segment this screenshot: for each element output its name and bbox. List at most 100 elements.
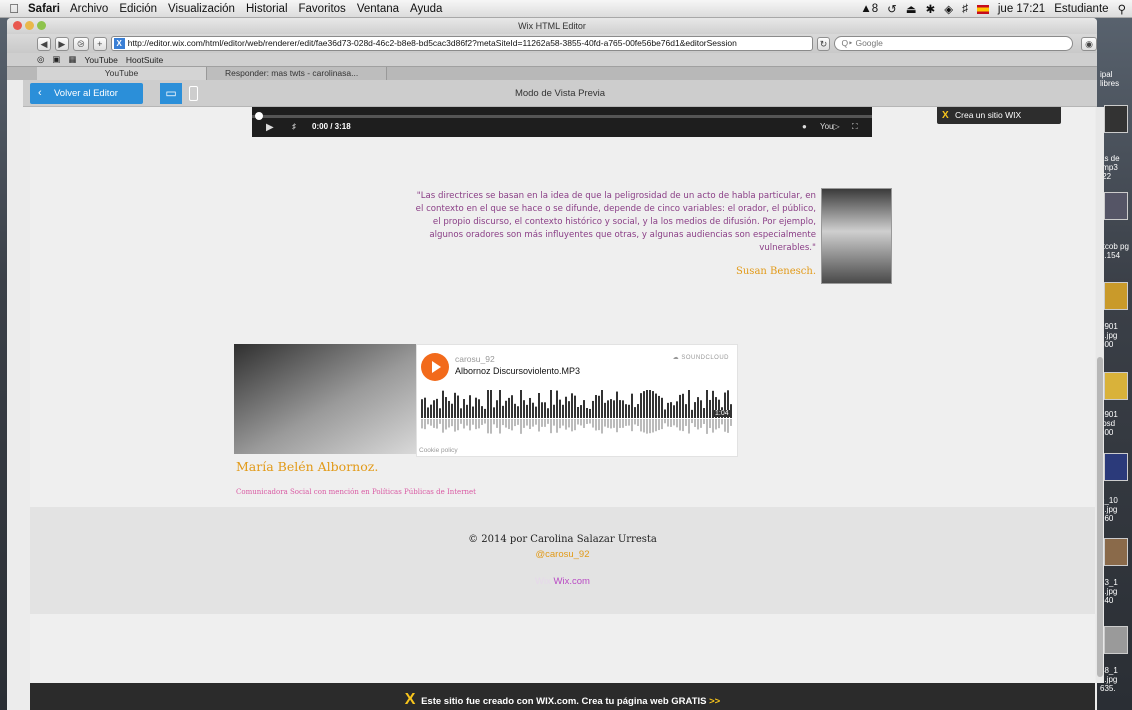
menu-edicion[interactable]: Edición <box>119 3 157 15</box>
waveform-bar <box>592 400 594 418</box>
search-field[interactable]: Q‣ Google <box>834 36 1074 51</box>
url-field[interactable]: X http://editor.wix.com/html/editor/web/… <box>110 36 813 51</box>
bookmark-youtube[interactable]: YouTube <box>84 55 117 65</box>
reader-icon[interactable]: ⧁ <box>72 36 89 51</box>
bookmark-hootsuite[interactable]: HootSuite <box>126 55 163 65</box>
volume-icon[interactable]: ♯ <box>962 3 968 15</box>
menu-archivo[interactable]: Archivo <box>70 3 108 15</box>
waveform-bar <box>550 390 552 418</box>
close-window-icon[interactable] <box>13 21 22 30</box>
menu-user[interactable]: Estudiante <box>1054 3 1108 15</box>
waveform-reflection <box>691 419 693 424</box>
info-icon[interactable]: ● <box>802 122 807 131</box>
menu-favoritos[interactable]: Favoritos <box>299 3 346 15</box>
desktop-icon[interactable] <box>1100 192 1130 220</box>
waveform-reflection <box>688 419 690 434</box>
page-scrollbar[interactable] <box>1096 107 1104 683</box>
waveform-bar <box>619 400 621 418</box>
forward-icon[interactable]: ▶ <box>54 36 69 51</box>
reading-list-icon[interactable]: ◎ <box>37 54 44 65</box>
desktop-icon[interactable]: ipal libres <box>1100 70 1130 88</box>
top-sites-icon[interactable]: ▦ <box>68 54 76 65</box>
desktop-icon[interactable]: 93_1 n.jpg 640 <box>1100 578 1130 605</box>
menu-clock[interactable]: jue 17:21 <box>998 3 1045 15</box>
soundcloud-track-title[interactable]: Albornoz Discursoviolento.MP3 <box>455 366 580 376</box>
desktop-icon[interactable] <box>1100 453 1130 481</box>
bluetooth-icon[interactable]: ✱ <box>926 2 936 16</box>
soundcloud-user[interactable]: carosu_92 <box>455 354 495 364</box>
waveform-reflection <box>706 419 708 434</box>
desktop-icon[interactable] <box>1100 538 1130 566</box>
desktop-icon[interactable] <box>1100 282 1130 310</box>
minimize-window-icon[interactable] <box>25 21 34 30</box>
waveform-bar <box>433 400 435 418</box>
preview-title: Modo de Vista Previa <box>514 88 606 99</box>
waveform-reflection <box>538 419 540 432</box>
desktop-icon[interactable]: 9_10 n.jpg 960 <box>1100 496 1130 523</box>
desktop-icon[interactable] <box>1100 105 1130 133</box>
youtube-player[interactable]: ▶ ♯ 0:00 / 3:18 ● You▷ ⛶ <box>252 107 872 137</box>
play-icon[interactable]: ▶ <box>266 122 274 133</box>
tab-youtube[interactable]: YouTube <box>37 67 207 80</box>
time-machine-icon[interactable]: ↺ <box>887 2 897 16</box>
waveform-bar <box>544 402 546 418</box>
adobe-status-icon[interactable]: ▲8 <box>860 3 878 15</box>
waveform-bar <box>676 401 678 418</box>
waveform-reflection <box>697 419 699 430</box>
waveform-bar <box>457 395 459 418</box>
wix-ad-banner[interactable]: X Este sitio fue creado con WIX.com. Cre… <box>30 683 1095 710</box>
wix-link[interactable]: Wix Wix.com <box>30 576 1095 587</box>
eject-icon[interactable]: ⏏ <box>906 2 917 16</box>
add-bookmark-icon[interactable]: + <box>92 36 107 51</box>
input-source-flag-icon[interactable] <box>976 4 989 14</box>
desktop-icon[interactable]: as de .mp3 :22 <box>1100 154 1130 181</box>
waveform-bar <box>523 400 525 418</box>
waveform-bar <box>448 400 450 418</box>
menu-ayuda[interactable]: Ayuda <box>410 3 442 15</box>
cookie-policy-link[interactable]: Cookie policy <box>419 447 458 454</box>
waveform-reflection <box>700 419 702 428</box>
waveform-reflection <box>478 419 480 429</box>
menu-app-safari[interactable]: Safari <box>28 3 60 15</box>
apple-icon[interactable]:  <box>0 1 28 16</box>
menu-ventana[interactable]: Ventana <box>357 3 399 15</box>
tab-responder[interactable]: Responder: mas twts - carolinasa... <box>207 67 387 80</box>
desktop-icon[interactable] <box>1100 372 1130 400</box>
menu-historial[interactable]: Historial <box>246 3 288 15</box>
zoom-window-icon[interactable] <box>37 21 46 30</box>
waveform-bar <box>610 399 612 418</box>
waveform-reflection <box>481 419 483 425</box>
create-wix-site-badge[interactable]: X Crea un sitio WIX <box>937 107 1061 124</box>
waveform-bar <box>583 400 585 418</box>
waveform-bar <box>535 406 537 418</box>
soundcloud-logo-icon[interactable]: ☁ SOUNDCLOUD <box>673 354 729 361</box>
fullscreen-icon[interactable]: ⛶ <box>852 122 858 132</box>
twitter-link[interactable]: @carosu_92 <box>30 549 1095 560</box>
desktop-icon[interactable]: rtcob pg 1.154 <box>1100 242 1130 260</box>
bookmarks-icon[interactable]: ▣ <box>52 54 60 65</box>
waveform-bar <box>514 403 516 418</box>
play-button[interactable] <box>421 353 449 381</box>
waveform-reflection <box>493 419 495 425</box>
back-icon[interactable]: ◀ <box>37 36 51 51</box>
waveform-bar <box>586 408 588 418</box>
spotlight-icon[interactable]: ⚲ <box>1118 2 1126 16</box>
video-scrubber[interactable] <box>255 112 263 120</box>
desktop-icon[interactable]: 9901 .psd 500 <box>1100 410 1130 437</box>
desktop-icon[interactable]: 9901 9.jpg 500 <box>1100 322 1130 349</box>
quote-text: "Las directrices se basan en la idea de … <box>415 191 816 253</box>
volume-icon[interactable]: ♯ <box>292 122 296 131</box>
downloads-icon[interactable]: ◉ <box>1081 36 1097 51</box>
desktop-icon[interactable] <box>1100 626 1130 654</box>
youtube-logo-icon[interactable]: You▷ <box>820 122 840 131</box>
bookmarks-bar: ◎ ▣ ▦ YouTube HootSuite <box>7 53 1097 66</box>
desktop-icon[interactable]: 48_1 n.jpg 635. <box>1100 666 1130 693</box>
waveform-bar <box>622 400 624 418</box>
reload-icon[interactable]: ↻ <box>816 36 831 51</box>
video-progress-bar[interactable] <box>252 115 872 118</box>
wifi-icon[interactable]: ◈ <box>944 2 953 16</box>
scrollbar-thumb[interactable] <box>1097 357 1103 677</box>
waveform[interactable] <box>421 390 735 434</box>
menu-visualizacion[interactable]: Visualización <box>168 3 235 15</box>
waveform-bar <box>703 408 705 418</box>
